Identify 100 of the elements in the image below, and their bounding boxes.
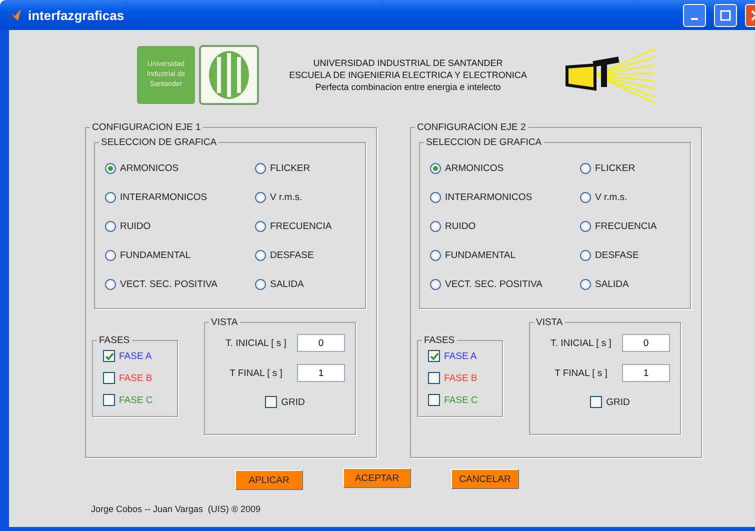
radio-option[interactable]: V r.m.s. <box>255 189 365 205</box>
radio-option[interactable]: FRECUENCIA <box>255 218 365 234</box>
radio-button[interactable] <box>430 192 441 202</box>
option-label: SALIDA <box>270 278 304 290</box>
radio-option[interactable]: VECT. SEC. POSITIVA <box>105 276 255 292</box>
radio-button[interactable] <box>105 162 116 174</box>
header-text: ESCUELA DE INGENIERIA ELECTRICA Y ELECTRONICA <box>289 69 527 81</box>
radio-button[interactable] <box>430 220 441 232</box>
option-label: FUNDAMENTAL <box>120 250 191 260</box>
window-title: interfazgraficas <box>28 8 124 22</box>
radio-button[interactable] <box>255 278 266 290</box>
input-field[interactable]: 1 <box>622 364 670 382</box>
option-label: FUNDAMENTAL <box>445 250 516 260</box>
input-field[interactable]: 1 <box>297 364 345 382</box>
checkbox[interactable] <box>428 372 440 384</box>
radio-button[interactable] <box>255 162 266 174</box>
radio-button[interactable] <box>430 278 441 290</box>
checkbox[interactable] <box>103 394 115 406</box>
radio-option[interactable]: FRECUENCIA <box>580 218 690 234</box>
option-label: FRECUENCIA <box>270 220 332 232</box>
grid-label: GRID <box>606 396 630 408</box>
radio-option[interactable]: RUIDO <box>105 218 255 234</box>
field-label: T FINAL [ s ] <box>554 368 608 378</box>
field-label: T FINAL [ s ] <box>228 368 284 378</box>
radio-option[interactable]: ARMONICOS <box>430 160 580 176</box>
radio-option[interactable]: VECT. SEC. POSITIVA <box>430 276 580 292</box>
radio-button[interactable] <box>430 162 441 174</box>
phase-label: FASE B <box>119 372 152 384</box>
radio-option[interactable]: DESFASE <box>255 247 365 263</box>
option-label: VECT. SEC. POSITIVA <box>120 278 218 290</box>
action-button[interactable]: APLICAR <box>235 470 303 490</box>
option-label: DESFASE <box>270 250 314 260</box>
minimize-button[interactable] <box>683 4 706 26</box>
phase-label: FASE A <box>119 350 152 362</box>
phase-label: FASE B <box>444 372 478 384</box>
option-label: RUIDO <box>445 220 476 232</box>
radio-option[interactable]: FLICKER <box>580 160 690 176</box>
radio-option[interactable]: INTERARMONICOS <box>430 189 580 205</box>
radio-button[interactable] <box>105 278 116 290</box>
radio-button[interactable] <box>105 192 116 202</box>
option-label: RUIDO <box>120 220 151 232</box>
option-label: FRECUENCIA <box>595 220 657 232</box>
phase-label: FASE A <box>444 350 477 362</box>
radio-option[interactable]: RUIDO <box>430 218 580 234</box>
radio-option[interactable]: V r.m.s. <box>580 189 690 205</box>
radio-button[interactable] <box>580 162 591 174</box>
radio-option[interactable]: SALIDA <box>255 276 365 292</box>
radio-option[interactable]: ARMONICOS <box>105 160 255 176</box>
check-icon <box>104 352 114 360</box>
minimize-icon <box>691 18 698 20</box>
header-text: UNIVERSIDAD INDUSTRIAL DE SANTANDER <box>313 57 503 69</box>
checkbox[interactable] <box>428 394 440 406</box>
field-label: T. INICIAL [ s ] <box>224 338 288 348</box>
radio-button[interactable] <box>255 192 266 202</box>
option-label: FLICKER <box>595 162 636 174</box>
radio-button[interactable] <box>580 278 591 290</box>
phase-label: FASE C <box>119 394 153 406</box>
checkbox[interactable] <box>590 396 602 408</box>
radio-button[interactable] <box>105 250 116 260</box>
input-field[interactable]: 0 <box>622 334 670 352</box>
action-button[interactable]: CANCELAR <box>451 469 519 489</box>
radio-option[interactable]: DESFASE <box>580 247 690 263</box>
option-label: ARMONICOS <box>120 162 179 174</box>
action-button[interactable]: ACEPTAR <box>343 468 411 488</box>
radio-button[interactable] <box>255 250 266 260</box>
radio-button[interactable] <box>430 250 441 260</box>
option-label: V r.m.s. <box>270 192 302 202</box>
option-label: INTERARMONICOS <box>445 192 532 202</box>
checkbox[interactable] <box>428 350 440 362</box>
option-label: ARMONICOS <box>445 162 504 174</box>
phase-label: FASE C <box>444 394 478 406</box>
radio-button[interactable] <box>580 250 591 260</box>
maximize-icon <box>720 10 731 20</box>
radio-button[interactable] <box>255 220 266 232</box>
radio-option[interactable]: SALIDA <box>580 276 690 292</box>
option-label: DESFASE <box>595 250 639 260</box>
group-title: SELECCION DE GRAFICA <box>425 137 543 148</box>
option-label: FLICKER <box>270 162 310 174</box>
input-field[interactable]: 0 <box>297 334 345 352</box>
radio-button[interactable] <box>105 220 116 232</box>
option-label: INTERARMONICOS <box>120 192 208 202</box>
radio-button[interactable] <box>580 220 591 232</box>
radio-option[interactable]: INTERARMONICOS <box>105 189 255 205</box>
option-label: VECT. SEC. POSITIVA <box>445 278 542 290</box>
checkbox[interactable] <box>103 372 115 384</box>
panel-title: CONFIGURACION EJE 1 <box>91 122 202 133</box>
group-title: VISTA <box>535 317 564 328</box>
radio-option[interactable]: FUNDAMENTAL <box>105 247 255 263</box>
checkbox[interactable] <box>265 396 278 408</box>
radio-option[interactable]: FLICKER <box>255 160 365 176</box>
grid-label: GRID <box>281 396 305 408</box>
checkbox[interactable] <box>103 350 115 362</box>
credits-text: Jorge Cobos -- Juan Vargas (UIS) ® 2009 <box>91 504 262 514</box>
radio-option[interactable]: FUNDAMENTAL <box>430 247 580 263</box>
field-label: T. INICIAL [ s ] <box>550 338 612 348</box>
option-label: SALIDA <box>595 278 629 290</box>
maximize-button[interactable] <box>714 4 737 26</box>
radio-button[interactable] <box>580 192 591 202</box>
header-text: Perfecta combinacion entre energia e intelecto <box>315 81 501 93</box>
panel-title: CONFIGURACION EJE 2 <box>416 122 527 133</box>
